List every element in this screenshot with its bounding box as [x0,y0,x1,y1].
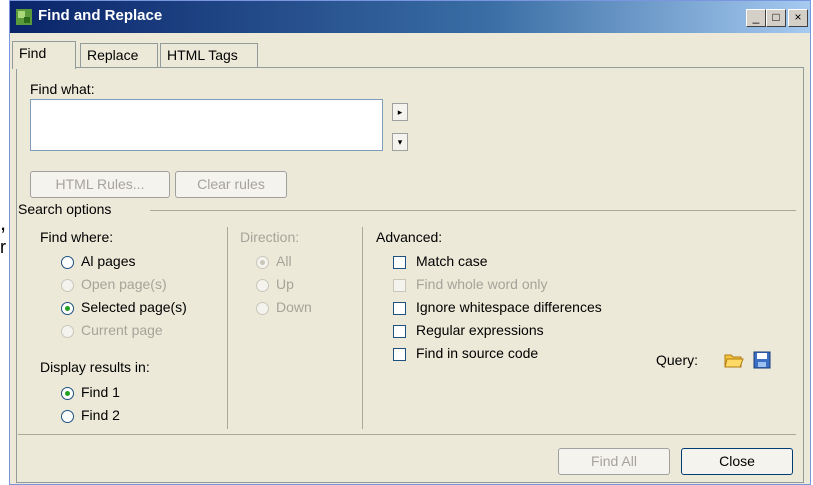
display-results-label: Display results in: [40,359,150,375]
checkbox-label: Find in source code [416,345,539,361]
close-button[interactable]: Close [681,448,793,475]
direction-label: Direction: [240,229,300,245]
find-replace-app-icon [16,9,32,25]
advanced-label: Advanced: [376,229,443,245]
checkbox-match-case[interactable] [393,256,406,269]
radio-find-1[interactable] [61,387,74,400]
checkbox-label: Find whole word only [416,276,548,292]
checkbox-find-whole-word[interactable] [393,279,406,292]
checkbox-label: Regular expressions [416,322,544,338]
find-where-label: Find where: [40,229,114,245]
radio-label: Find 1 [81,384,120,400]
radio-label: Al pages [81,253,136,269]
radio-find-2[interactable] [61,410,74,423]
radio-label: All [276,253,292,269]
radio-label: Find 2 [81,407,120,423]
find-what-input[interactable] [30,99,383,151]
search-options-group-label: Search options [18,201,112,217]
checkbox-ignore-whitespace[interactable] [393,302,406,315]
radio-label: Up [276,276,294,292]
query-label: Query: [656,352,699,368]
tab-replace[interactable]: Replace [80,43,158,67]
find-what-label: Find what: [30,81,95,97]
radio-label: Open page(s) [81,276,167,292]
tab-html-tags[interactable]: HTML Tags [160,43,258,67]
checkbox-regular-expressions[interactable] [393,325,406,338]
close-window-button[interactable]: × [788,9,808,27]
footer-divider [18,434,796,435]
save-disk-icon[interactable] [752,350,772,370]
checkbox-label: Ignore whitespace differences [416,299,602,315]
radio-label: Down [276,299,312,315]
radio-label: Selected page(s) [81,299,187,315]
radio-all-pages[interactable] [61,256,74,269]
background-text-fragment: , [0,210,7,235]
find-replace-dialog: Find and Replace _ □ × Find Replace HTML… [9,0,811,485]
html-rules-button[interactable]: HTML Rules... [30,171,170,198]
clear-rules-button[interactable]: Clear rules [175,171,287,198]
checkbox-label: Match case [416,253,488,269]
background-text-fragment: r [0,237,6,257]
title-bar[interactable]: Find and Replace _ □ × [10,1,810,33]
radio-selected-pages[interactable] [61,302,74,315]
radio-direction-down[interactable] [256,302,269,315]
find-all-button[interactable]: Find All [558,448,670,475]
maximize-button[interactable]: □ [766,9,786,27]
checkbox-find-in-source[interactable] [393,348,406,361]
minimize-button[interactable]: _ [746,9,766,27]
radio-current-page[interactable] [61,325,74,338]
insert-menu-button[interactable]: ▸ [392,103,408,121]
column-divider [362,227,363,429]
open-folder-icon[interactable] [724,350,744,370]
tab-find[interactable]: Find [12,41,76,69]
window-title: Find and Replace [38,7,163,24]
radio-direction-all[interactable] [256,256,269,269]
group-divider [150,210,796,211]
history-dropdown-button[interactable]: ▾ [392,133,408,151]
radio-label: Current page [81,322,163,338]
radio-direction-up[interactable] [256,279,269,292]
column-divider [227,227,228,429]
radio-open-pages[interactable] [61,279,74,292]
